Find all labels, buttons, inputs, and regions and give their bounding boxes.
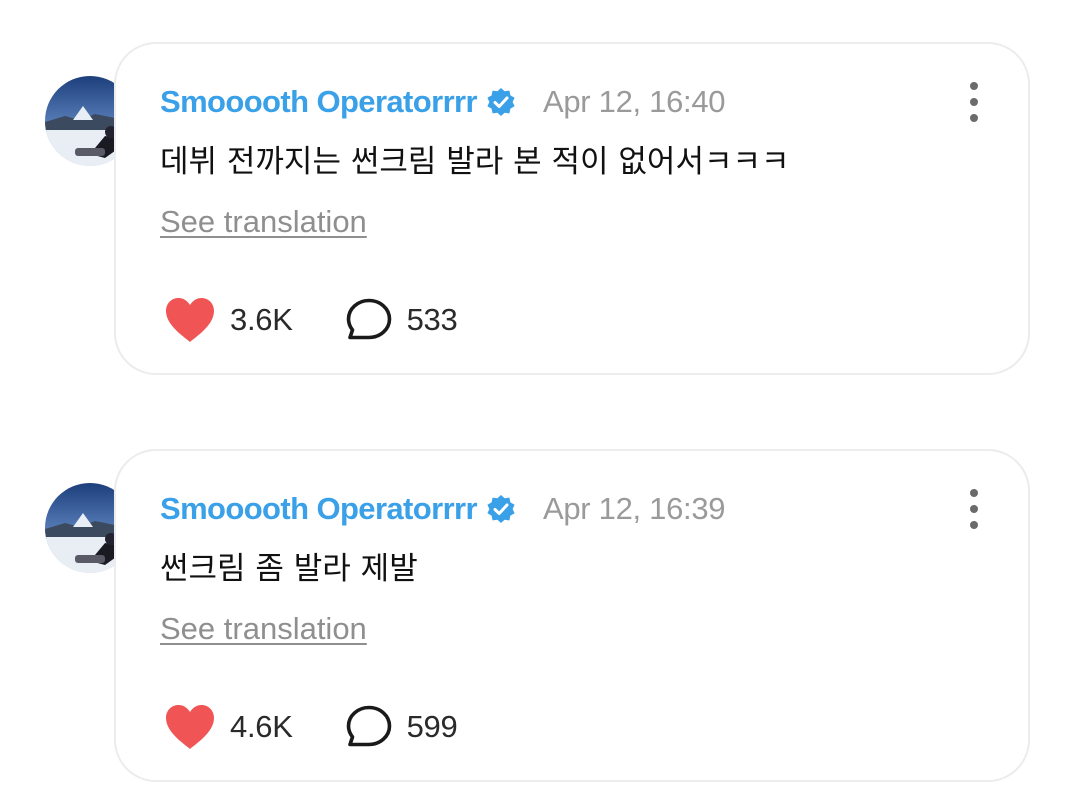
like-button[interactable]: 4.6K [164,703,293,751]
like-count: 4.6K [230,709,293,744]
heart-icon [166,298,214,342]
comment-count: 533 [406,302,458,337]
post-header: Smooooth Operatorrrr Apr 12, 16:39 [160,489,726,529]
comment-count: 599 [406,709,458,744]
like-count: 3.6K [230,302,293,337]
post-actions: 4.6K 599 [164,703,458,751]
comment-bubble-icon [346,298,391,340]
timestamp: Apr 12, 16:39 [542,491,726,526]
like-button[interactable]: 3.6K [164,296,293,344]
comment-card: Smooooth Operatorrrr Apr 12, 16:39 썬크림 좀… [114,449,1030,782]
comment-bubble-icon [346,705,391,747]
reply-button[interactable]: 533 [345,297,458,343]
heart-icon [166,705,214,749]
comment-text: 데뷔 전까지는 썬크림 발라 본 적이 없어서ㅋㅋㅋ [160,144,790,180]
comment-text: 썬크림 좀 발라 제발 [160,551,418,587]
reply-button[interactable]: 599 [345,704,458,750]
username-link[interactable]: Smooooth Operatorrrr [160,84,478,120]
post-actions: 3.6K 533 [164,296,458,344]
see-translation-link[interactable]: See translation [160,204,367,240]
verified-badge-icon [486,87,516,117]
timestamp: Apr 12, 16:40 [542,84,726,119]
post-header: Smooooth Operatorrrr Apr 12, 16:40 [160,82,726,122]
verified-badge-icon [486,494,516,524]
see-translation-link[interactable]: See translation [160,611,367,647]
username-link[interactable]: Smooooth Operatorrrr [160,491,478,527]
more-vertical-icon[interactable] [962,82,986,122]
comment-card: Smooooth Operatorrrr Apr 12, 16:40 데뷔 전까… [114,42,1030,375]
more-vertical-icon[interactable] [962,489,986,529]
